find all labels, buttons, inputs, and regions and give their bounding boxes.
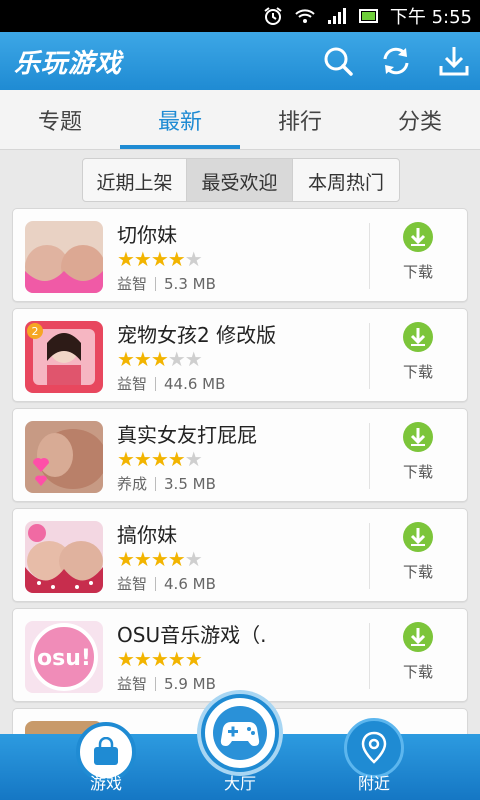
rating-stars: ★★★★★ [117,247,203,271]
segment-recently-added[interactable]: 近期上架 [83,159,187,201]
tab-ranking[interactable]: 排行 [240,90,360,149]
game-thumbnail [25,521,103,593]
game-thumbnail [25,221,103,293]
download-label: 下载 [402,463,433,481]
download-button[interactable]: 下载 [375,221,461,291]
search-button[interactable] [320,43,356,79]
rating-stars: ★★★★★ [117,547,203,571]
download-circle-icon [403,422,433,452]
download-button[interactable]: 下载 [375,321,461,391]
refresh-icon [383,47,409,75]
main-tabs: 专题 最新 排行 分类 [0,90,480,150]
divider [155,376,157,391]
game-meta: 养成 3.5 MB [117,473,216,494]
refresh-button[interactable] [378,43,414,79]
download-label: 下载 [402,563,433,581]
download-circle-icon [403,322,433,352]
game-category: 益智 [117,575,148,593]
game-list-item[interactable]: 切你妹 ★★★★★ 益智 5.3 MB 下载 [12,208,468,302]
game-name: 真实女友打屁屁 [117,423,257,447]
divider [369,523,370,589]
download-manager-button[interactable] [436,43,472,79]
download-button[interactable]: 下载 [375,621,461,691]
game-thumbnail: 2 [25,321,103,393]
location-pin-icon [344,718,404,778]
game-list-item[interactable]: osu! OSU音乐游戏（. ★★★★★ 益智 5.9 MB 下载 [12,608,468,702]
download-circle-icon [403,222,433,252]
nav-lobby-label: 大厅 [223,774,256,793]
game-category: 益智 [117,375,148,393]
nav-nearby[interactable]: 附近 [324,718,424,800]
download-label: 下载 [402,363,433,381]
rating-stars: ★★★★★ [117,647,203,671]
nav-lobby[interactable]: 大厅 [190,694,290,800]
segment-weekly-hot[interactable]: 本周热门 [293,159,399,201]
segment-most-popular[interactable]: 最受欢迎 [187,159,293,201]
game-category: 益智 [117,675,148,693]
divider [155,276,157,291]
download-icon [439,47,469,76]
game-category: 益智 [117,275,148,293]
game-meta: 益智 4.6 MB [117,573,216,594]
gamepad-icon [201,694,279,772]
divider [155,576,157,591]
game-size: 5.3 MB [164,274,216,293]
rating-stars: ★★★★★ [117,347,203,371]
app-title: 乐玩游戏 [14,49,123,79]
game-name: 切你妹 [117,223,177,247]
search-icon [324,47,353,76]
divider [369,323,370,389]
game-meta: 益智 5.9 MB [117,673,216,694]
download-button[interactable]: 下载 [375,421,461,491]
game-name: 宠物女孩2 修改版 [117,323,277,347]
download-circle-icon [403,522,433,552]
status-bar: 下午 5:55 [0,0,480,32]
alarm-icon [262,6,284,26]
rating-stars: ★★★★★ [117,447,203,471]
sort-segmented-control: 近期上架 最受欢迎 本周热门 [82,158,400,202]
svg-text:2: 2 [32,325,39,338]
svg-text:osu!: osu! [37,646,91,671]
nav-nearby-label: 附近 [357,774,390,793]
tab-categories[interactable]: 分类 [360,90,480,149]
wifi-icon [294,6,316,26]
signal-icon [326,6,348,26]
divider [369,623,370,689]
game-list-item[interactable]: 2 宠物女孩2 修改版 ★★★★★ 益智 44.6 MB 下载 [12,308,468,402]
divider [369,423,370,489]
app-header: 乐玩游戏 [0,32,480,90]
bottom-navigation: 游戏 大厅 附近 [0,694,480,800]
game-meta: 益智 5.3 MB [117,273,216,294]
tab-topics[interactable]: 专题 [0,90,120,149]
game-size: 4.6 MB [164,574,216,593]
download-label: 下载 [402,263,433,281]
divider [369,223,370,289]
nav-games[interactable]: 游戏 [56,722,156,800]
game-list-item[interactable]: 真实女友打屁屁 ★★★★★ 养成 3.5 MB 下载 [12,408,468,502]
game-size: 5.9 MB [164,674,216,693]
download-label: 下载 [402,663,433,681]
game-size: 3.5 MB [164,474,216,493]
game-thumbnail: osu! [25,621,103,693]
nav-games-label: 游戏 [89,774,122,793]
game-list: 切你妹 ★★★★★ 益智 5.3 MB 下载 2 宠物女孩2 修改版 ★★★★★… [12,208,468,754]
download-button[interactable]: 下载 [375,521,461,591]
battery-icon [358,6,380,26]
game-name: 搞你妹 [117,523,177,547]
game-meta: 益智 44.6 MB [117,373,225,394]
divider [155,676,157,691]
game-name: OSU音乐游戏（. [117,623,267,647]
download-circle-icon [403,622,433,652]
game-size: 44.6 MB [164,374,226,393]
game-thumbnail [25,421,103,493]
game-list-item[interactable]: 搞你妹 ★★★★★ 益智 4.6 MB 下载 [12,508,468,602]
tab-newest[interactable]: 最新 [120,90,240,149]
divider [155,476,157,491]
status-time: 下午 5:55 [389,7,472,28]
game-category: 养成 [117,475,148,493]
